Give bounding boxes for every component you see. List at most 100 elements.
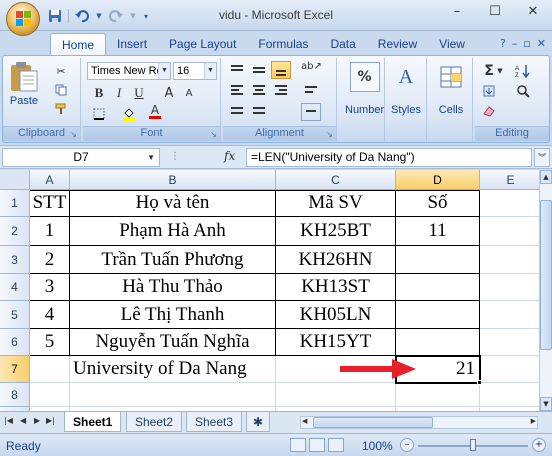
cell-b8[interactable] xyxy=(70,383,276,407)
cell-c1[interactable]: Mã SV xyxy=(276,190,396,217)
clipboard-launcher-icon[interactable]: ↘ xyxy=(70,130,77,139)
expand-formula-bar-icon[interactable]: ︾ xyxy=(534,148,550,167)
tab-view[interactable]: View xyxy=(428,33,476,55)
row-header-2[interactable]: 2 xyxy=(0,217,30,246)
find-select-icon[interactable] xyxy=(513,82,533,100)
row-header-8[interactable]: 8 xyxy=(0,383,30,407)
row-header-6[interactable]: 6 xyxy=(0,329,30,356)
help-icon[interactable]: ? xyxy=(500,37,506,50)
save-icon[interactable] xyxy=(46,7,64,25)
alignment-launcher-icon[interactable]: ↘ xyxy=(326,130,333,139)
copy-icon[interactable] xyxy=(51,81,71,99)
cells-button[interactable]: Cells xyxy=(436,62,466,116)
cell-b3[interactable]: Trần Tuấn Phương xyxy=(70,246,276,274)
sheet-tab-sheet1[interactable]: Sheet1 xyxy=(64,412,122,432)
sheet-tab-sheet3[interactable]: Sheet3 xyxy=(186,412,243,432)
name-box[interactable]: D7 ▼ xyxy=(2,148,160,167)
cell-d4[interactable] xyxy=(396,274,480,301)
cell-c2[interactable]: KH25BT xyxy=(276,217,396,246)
fill-icon[interactable] xyxy=(479,82,499,100)
cell-a6[interactable]: 5 xyxy=(30,329,70,356)
align-middle-icon[interactable] xyxy=(249,61,269,79)
cell-a8[interactable] xyxy=(30,383,70,407)
minimize-ribbon-icon[interactable]: – xyxy=(512,37,518,50)
tab-review[interactable]: Review xyxy=(367,33,428,55)
formula-input[interactable]: =LEN("University of Da Nang") xyxy=(246,148,532,167)
align-right-icon[interactable] xyxy=(271,82,291,100)
maximize-icon[interactable]: ☐ xyxy=(476,0,514,22)
zoom-out-icon[interactable]: – xyxy=(400,438,414,452)
vertical-scrollbar[interactable]: ▲ ▼ xyxy=(539,170,552,411)
cell-b2[interactable]: Phạm Hà Anh xyxy=(70,217,276,246)
page-break-view-icon[interactable] xyxy=(328,438,344,452)
styles-button[interactable]: A Styles xyxy=(391,62,421,117)
cell-d1[interactable]: Số xyxy=(396,190,480,217)
italic-button[interactable]: I xyxy=(109,84,129,102)
cell-e1[interactable] xyxy=(480,190,539,217)
chevron-down-icon[interactable]: ▼ xyxy=(495,62,505,80)
horizontal-scroll-thumb[interactable] xyxy=(313,417,433,428)
column-header-c[interactable]: C xyxy=(276,170,396,190)
font-launcher-icon[interactable]: ↘ xyxy=(210,130,217,139)
align-center-icon[interactable] xyxy=(249,82,269,100)
tab-formulas[interactable]: Formulas xyxy=(247,33,319,55)
cell-b7[interactable]: University of Da Nang xyxy=(70,356,276,383)
cell-b1[interactable]: Họ và tên xyxy=(70,190,276,217)
select-all-corner[interactable] xyxy=(0,170,30,190)
cell-b5[interactable]: Lê Thị Thanh xyxy=(70,301,276,329)
page-layout-view-icon[interactable] xyxy=(309,438,325,452)
scroll-down-icon[interactable]: ▼ xyxy=(540,397,552,411)
cell-c4[interactable]: KH13ST xyxy=(276,274,396,301)
zoom-in-icon[interactable]: + xyxy=(532,438,546,452)
bold-button[interactable]: B xyxy=(89,84,109,102)
align-left-icon[interactable] xyxy=(227,82,247,100)
tab-home[interactable]: Home xyxy=(50,33,107,55)
underline-button[interactable]: U xyxy=(129,84,149,102)
decrease-indent-icon[interactable] xyxy=(227,103,247,121)
worksheet-grid[interactable]: A B C D E 1 2 3 4 5 6 7 8 9 STT Họ và tê… xyxy=(0,170,539,411)
cell-a7[interactable] xyxy=(30,356,70,383)
cell-e3[interactable] xyxy=(480,246,539,274)
number-button[interactable]: % Number xyxy=(345,62,384,116)
cell-d3[interactable] xyxy=(396,246,480,274)
zoom-slider-knob[interactable] xyxy=(470,439,476,451)
cell-c3[interactable]: KH26HN xyxy=(276,246,396,274)
row-header-4[interactable]: 4 xyxy=(0,274,30,301)
font-name-select[interactable]: Times New Ro ▼ xyxy=(87,62,171,80)
tab-insert[interactable]: Insert xyxy=(106,33,158,55)
clear-icon[interactable] xyxy=(479,102,499,120)
fill-handle[interactable] xyxy=(477,380,482,385)
row-header-1[interactable]: 1 xyxy=(0,190,30,217)
cell-d6[interactable] xyxy=(396,329,480,356)
insert-function-icon[interactable]: fx xyxy=(224,149,235,163)
cell-d5[interactable] xyxy=(396,301,480,329)
cell-e2[interactable] xyxy=(480,217,539,246)
tab-data[interactable]: Data xyxy=(319,33,366,55)
minimize-icon[interactable]: – xyxy=(438,0,476,22)
close-icon[interactable]: ✕ xyxy=(514,0,552,22)
cell-e6[interactable] xyxy=(480,329,539,356)
cell-d8[interactable] xyxy=(396,383,480,407)
cell-a4[interactable]: 3 xyxy=(30,274,70,301)
cell-b4[interactable]: Hà Thu Thảo xyxy=(70,274,276,301)
restore-icon[interactable]: ▫ xyxy=(523,37,530,50)
prev-sheet-icon[interactable]: ◀ xyxy=(20,416,26,425)
scroll-left-icon[interactable]: ◀ xyxy=(302,417,307,425)
cut-icon[interactable]: ✂ xyxy=(51,62,71,80)
close-workbook-icon[interactable]: ✕ xyxy=(537,37,546,50)
horizontal-scrollbar[interactable]: ◀ ▶ xyxy=(300,416,538,429)
font-color-button[interactable]: A xyxy=(145,103,165,121)
cell-e4[interactable] xyxy=(480,274,539,301)
scroll-right-icon[interactable]: ▶ xyxy=(531,417,536,425)
column-header-e[interactable]: E xyxy=(480,170,539,190)
next-sheet-icon[interactable]: ▶ xyxy=(34,416,40,425)
chevron-down-icon[interactable]: ▼ xyxy=(129,7,137,25)
paste-button[interactable]: Paste xyxy=(9,62,39,107)
zoom-level[interactable]: 100% xyxy=(362,439,393,453)
cell-a5[interactable]: 4 xyxy=(30,301,70,329)
sort-filter-icon[interactable]: AZ xyxy=(513,62,533,80)
row-header-3[interactable]: 3 xyxy=(0,246,30,274)
last-sheet-icon[interactable]: ▶| xyxy=(46,416,55,425)
column-header-a[interactable]: A xyxy=(30,170,70,190)
orientation-icon[interactable]: ab↗ xyxy=(301,61,322,79)
